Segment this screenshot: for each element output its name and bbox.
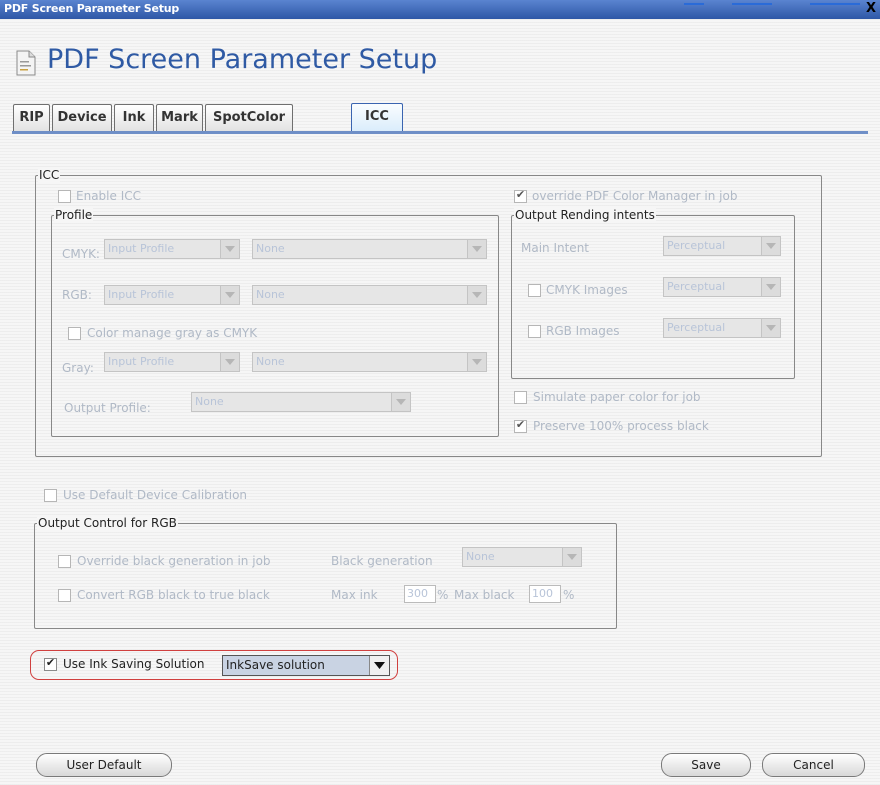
- max-ink-unit: %: [437, 588, 449, 602]
- icc-legend: ICC: [38, 168, 61, 182]
- close-button[interactable]: X: [864, 0, 878, 18]
- output-intents-legend: Output Rending intents: [514, 208, 656, 222]
- output-control-legend: Output Control for RGB: [37, 516, 178, 530]
- chevron-down-icon: [761, 278, 780, 296]
- save-button[interactable]: Save: [661, 753, 751, 777]
- cmyk-type-select[interactable]: Input Profile: [104, 239, 240, 259]
- cmyk-images-checkbox[interactable]: [528, 284, 541, 297]
- simulate-paper-checkbox[interactable]: [514, 391, 527, 404]
- chevron-down-icon: [562, 548, 581, 566]
- chevron-down-icon: [220, 353, 239, 371]
- output-control-group: Output Control for RGB: [34, 516, 617, 629]
- rgb-type-select[interactable]: Input Profile: [104, 285, 240, 305]
- profile-legend: Profile: [54, 208, 94, 222]
- cmyk-label: CMYK:: [62, 247, 100, 261]
- max-ink-field[interactable]: 300: [404, 585, 436, 603]
- chevron-down-icon: [761, 237, 780, 255]
- override-black-label: Override black generation in job: [77, 554, 271, 568]
- title-bar-decoration: [684, 3, 860, 5]
- chevron-down-icon: [391, 393, 410, 411]
- max-ink-label: Max ink: [331, 588, 378, 602]
- chevron-down-icon: [761, 319, 780, 337]
- ink-saving-select[interactable]: InkSave solution: [222, 655, 390, 676]
- page-title: PDF Screen Parameter Setup: [47, 44, 438, 75]
- rgb-label: RGB:: [62, 288, 92, 302]
- main-intent-label: Main Intent: [521, 241, 590, 255]
- output-profile-select[interactable]: None: [191, 392, 411, 412]
- override-black-checkbox[interactable]: [58, 555, 71, 568]
- preserve-black-label: Preserve 100% process black: [533, 419, 709, 433]
- title-bar: PDF Screen Parameter Setup X: [0, 0, 880, 19]
- convert-black-label: Convert RGB black to true black: [77, 588, 270, 602]
- chevron-down-icon: [467, 240, 486, 258]
- document-icon: [16, 50, 36, 76]
- user-default-button[interactable]: User Default: [36, 753, 172, 777]
- tab-mark[interactable]: Mark: [156, 104, 203, 131]
- gray-type-select[interactable]: Input Profile: [104, 352, 240, 372]
- rgb-images-select[interactable]: Perceptual: [663, 318, 781, 338]
- black-generation-select[interactable]: None: [462, 547, 582, 567]
- chevron-down-icon: [467, 286, 486, 304]
- tab-rip[interactable]: RIP: [13, 104, 50, 131]
- default-calibration-checkbox[interactable]: [44, 489, 57, 502]
- color-manage-gray-checkbox[interactable]: [68, 327, 81, 340]
- tab-spotcolor[interactable]: SpotColor: [205, 104, 293, 131]
- black-generation-label: Black generation: [331, 554, 433, 568]
- output-profile-label: Output Profile:: [64, 401, 151, 415]
- tab-ink[interactable]: Ink: [114, 104, 154, 131]
- ink-saving-label: Use Ink Saving Solution: [63, 657, 205, 671]
- rgb-profile-select[interactable]: None: [252, 285, 487, 305]
- enable-icc-checkbox[interactable]: [58, 190, 71, 203]
- color-manage-gray-label: Color manage gray as CMYK: [87, 326, 258, 340]
- override-pdf-label: override PDF Color Manager in job: [532, 189, 738, 203]
- tab-icc[interactable]: ICC: [351, 103, 403, 132]
- ink-saving-checkbox[interactable]: ✔: [44, 656, 57, 671]
- checkmark-icon: ✔: [515, 188, 526, 201]
- convert-black-checkbox[interactable]: [58, 589, 71, 602]
- chevron-down-icon: [369, 656, 389, 675]
- cmyk-images-label: CMYK Images: [546, 283, 628, 297]
- cmyk-images-select[interactable]: Perceptual: [663, 277, 781, 297]
- tab-device[interactable]: Device: [52, 104, 112, 131]
- preserve-black-checkbox[interactable]: ✔: [514, 418, 527, 433]
- chevron-down-icon: [220, 240, 239, 258]
- max-black-unit: %: [563, 588, 575, 602]
- cmyk-profile-select[interactable]: None: [252, 239, 487, 259]
- gray-label: Gray:: [62, 361, 94, 375]
- enable-icc-label: Enable ICC: [76, 189, 141, 203]
- default-calibration-label: Use Default Device Calibration: [63, 488, 248, 502]
- rgb-images-checkbox[interactable]: [528, 325, 541, 338]
- max-black-field[interactable]: 100: [529, 585, 561, 603]
- rgb-images-label: RGB Images: [546, 324, 620, 338]
- checkmark-icon: ✔: [45, 656, 56, 669]
- cancel-button[interactable]: Cancel: [762, 753, 865, 777]
- checkmark-icon: ✔: [515, 418, 526, 431]
- tab-underline: [12, 131, 868, 134]
- chevron-down-icon: [467, 353, 486, 371]
- main-intent-select[interactable]: Perceptual: [663, 236, 781, 256]
- override-pdf-checkbox[interactable]: ✔: [514, 188, 527, 203]
- max-black-label: Max black: [454, 588, 515, 602]
- chevron-down-icon: [220, 286, 239, 304]
- simulate-paper-label: Simulate paper color for job: [533, 390, 701, 404]
- gray-profile-select[interactable]: None: [252, 352, 487, 372]
- window-title: PDF Screen Parameter Setup: [4, 2, 180, 15]
